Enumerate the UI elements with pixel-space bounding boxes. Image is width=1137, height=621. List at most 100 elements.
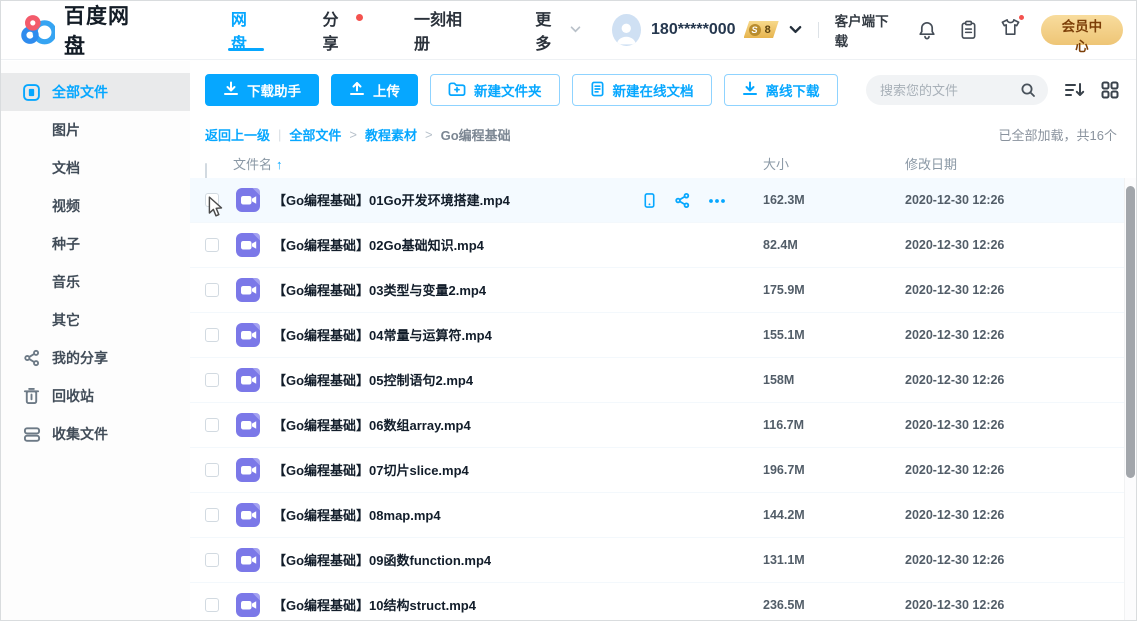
file-row[interactable]: 【Go编程基础】07切片slice.mp4 196.7M 2020-12-30 … (190, 448, 1137, 493)
nav-item-网盘[interactable]: 网盘 (200, 0, 292, 59)
toolbar-button-下载助手[interactable]: 下载助手 (205, 74, 319, 106)
file-size: 116.7M (763, 403, 804, 448)
file-row[interactable]: 【Go编程基础】09函数function.mp4 131.1M 2020-12-… (190, 538, 1137, 583)
file-name[interactable]: 【Go编程基础】01Go开发环境搭建.mp4 (273, 178, 510, 223)
column-size[interactable]: 大小 (763, 151, 789, 178)
file-date: 2020-12-30 12:26 (905, 583, 1004, 621)
more-actions-icon[interactable] (708, 198, 726, 204)
app-logo[interactable]: 百度网盘 (0, 0, 148, 60)
column-date[interactable]: 修改日期 (905, 151, 957, 178)
file-name[interactable]: 【Go编程基础】03类型与变量2.mp4 (273, 268, 486, 313)
file-date: 2020-12-30 12:26 (905, 403, 1004, 448)
search-icon[interactable] (1020, 82, 1036, 98)
file-name[interactable]: 【Go编程基础】07切片slice.mp4 (273, 448, 469, 493)
header-divider (818, 22, 819, 38)
toolbar-button-label: 上传 (373, 80, 400, 100)
sidebar-item-label: 收集文件 (52, 424, 108, 444)
file-row[interactable]: 【Go编程基础】02Go基础知识.mp4 82.4M 2020-12-30 12… (190, 223, 1137, 268)
row-checkbox[interactable] (205, 553, 219, 567)
row-checkbox[interactable] (205, 328, 219, 342)
top-header: 百度网盘 网盘 分享 一刻相册 更多 180*****000 S 8 客户端下载 (0, 0, 1137, 60)
toolbar-button-icon (742, 81, 758, 99)
row-checkbox[interactable] (205, 193, 219, 207)
file-row[interactable]: 【Go编程基础】01Go开发环境搭建.mp4 162.3M 2020-12-30… (190, 178, 1137, 223)
file-name[interactable]: 【Go编程基础】02Go基础知识.mp4 (273, 223, 484, 268)
sidebar-item-图片[interactable]: 图片 (0, 111, 190, 149)
nav-item-label: 网盘 (231, 6, 261, 54)
breadcrumb-all-files[interactable]: 全部文件 (289, 125, 341, 144)
column-name[interactable]: 文件名↑ (233, 151, 283, 178)
file-row[interactable]: 【Go编程基础】10结构struct.mp4 236.5M 2020-12-30… (190, 583, 1137, 621)
sidebar-item-音乐[interactable]: 音乐 (0, 263, 190, 301)
file-name[interactable]: 【Go编程基础】09函数function.mp4 (273, 538, 491, 583)
sidebar-item-种子[interactable]: 种子 (0, 225, 190, 263)
username[interactable]: 180*****000 (651, 21, 736, 39)
breadcrumb-folder[interactable]: 教程素材 (365, 125, 417, 144)
row-checkbox[interactable] (205, 418, 219, 432)
sidebar-item-其它[interactable]: 其它 (0, 301, 190, 339)
breadcrumb-pipe: | (278, 127, 281, 142)
scrollbar-track (1124, 178, 1136, 620)
sidebar-item-label: 音乐 (52, 272, 80, 292)
file-row[interactable]: 【Go编程基础】05控制语句2.mp4 158M 2020-12-30 12:2… (190, 358, 1137, 403)
trash-icon (22, 387, 41, 405)
sort-list-icon[interactable] (1064, 81, 1085, 99)
row-checkbox[interactable] (205, 373, 219, 387)
nav-item-一刻相册[interactable]: 一刻相册 (383, 0, 504, 59)
toolbar-button-新建在线文档[interactable]: 新建在线文档 (572, 74, 712, 106)
member-center-button[interactable]: 会员中心 (1041, 15, 1123, 45)
share-icon[interactable] (674, 192, 691, 209)
toolbar-button-上传[interactable]: 上传 (331, 74, 418, 106)
toolbar-button-离线下载[interactable]: 离线下载 (724, 74, 838, 106)
sidebar-item-我的分享[interactable]: 我的分享 (0, 339, 190, 377)
client-download-link[interactable]: 客户端下载 (835, 10, 895, 50)
task-clipboard-icon[interactable] (959, 20, 978, 40)
row-checkbox[interactable] (205, 238, 219, 252)
file-date: 2020-12-30 12:26 (905, 268, 1004, 313)
dress-up-tshirt-icon[interactable] (1000, 17, 1021, 42)
grid-view-icon[interactable] (1101, 81, 1119, 99)
file-date: 2020-12-30 12:26 (905, 538, 1004, 583)
file-row[interactable]: 【Go编程基础】04常量与运算符.mp4 155.1M 2020-12-30 1… (190, 313, 1137, 358)
file-row[interactable]: 【Go编程基础】03类型与变量2.mp4 175.9M 2020-12-30 1… (190, 268, 1137, 313)
toolbar-button-新建文件夹[interactable]: 新建文件夹 (430, 74, 560, 106)
sidebar-item-全部文件[interactable]: 全部文件 (0, 73, 190, 111)
file-name[interactable]: 【Go编程基础】06数组array.mp4 (273, 403, 471, 448)
file-row[interactable]: 【Go编程基础】06数组array.mp4 116.7M 2020-12-30 … (190, 403, 1137, 448)
file-name[interactable]: 【Go编程基础】08map.mp4 (273, 493, 441, 538)
vip-badge[interactable]: S 8 (744, 21, 779, 38)
send-to-phone-icon[interactable] (642, 192, 657, 209)
back-up-level-link[interactable]: 返回上一级 (205, 125, 270, 144)
notification-bell-icon[interactable] (917, 20, 937, 40)
file-name[interactable]: 【Go编程基础】10结构struct.mp4 (273, 583, 476, 621)
row-checkbox[interactable] (205, 463, 219, 477)
sidebar-item-文档[interactable]: 文档 (0, 149, 190, 187)
row-checkbox[interactable] (205, 283, 219, 297)
file-size: 175.9M (763, 268, 805, 313)
nav-item-分享[interactable]: 分享 (291, 0, 383, 59)
sidebar-item-label: 全部文件 (52, 82, 108, 102)
video-file-icon (233, 185, 263, 215)
sidebar-item-回收站[interactable]: 回收站 (0, 377, 190, 415)
search-input[interactable] (880, 83, 1020, 98)
toolbar-button-icon (448, 81, 466, 100)
file-name[interactable]: 【Go编程基础】04常量与运算符.mp4 (273, 313, 492, 358)
video-file-icon (233, 275, 263, 305)
file-name[interactable]: 【Go编程基础】05控制语句2.mp4 (273, 358, 473, 403)
sidebar-item-label: 文档 (52, 158, 80, 178)
file-size: 144.2M (763, 493, 805, 538)
sidebar-item-label: 其它 (52, 310, 80, 330)
scrollbar-thumb[interactable] (1126, 186, 1135, 478)
sidebar-item-收集文件[interactable]: 收集文件 (0, 415, 190, 453)
user-avatar[interactable] (612, 14, 641, 46)
row-checkbox[interactable] (205, 508, 219, 522)
sidebar-item-label: 回收站 (52, 386, 94, 406)
nav-item-label: 一刻相册 (414, 6, 473, 54)
sort-ascending-arrow: ↑ (276, 157, 283, 172)
sidebar-item-视频[interactable]: 视频 (0, 187, 190, 225)
nav-item-更多[interactable]: 更多 (504, 0, 612, 59)
user-menu-chevron-down-icon[interactable] (789, 25, 802, 34)
row-checkbox[interactable] (205, 598, 219, 612)
collect-icon (22, 426, 41, 443)
file-row[interactable]: 【Go编程基础】08map.mp4 144.2M 2020-12-30 12:2… (190, 493, 1137, 538)
